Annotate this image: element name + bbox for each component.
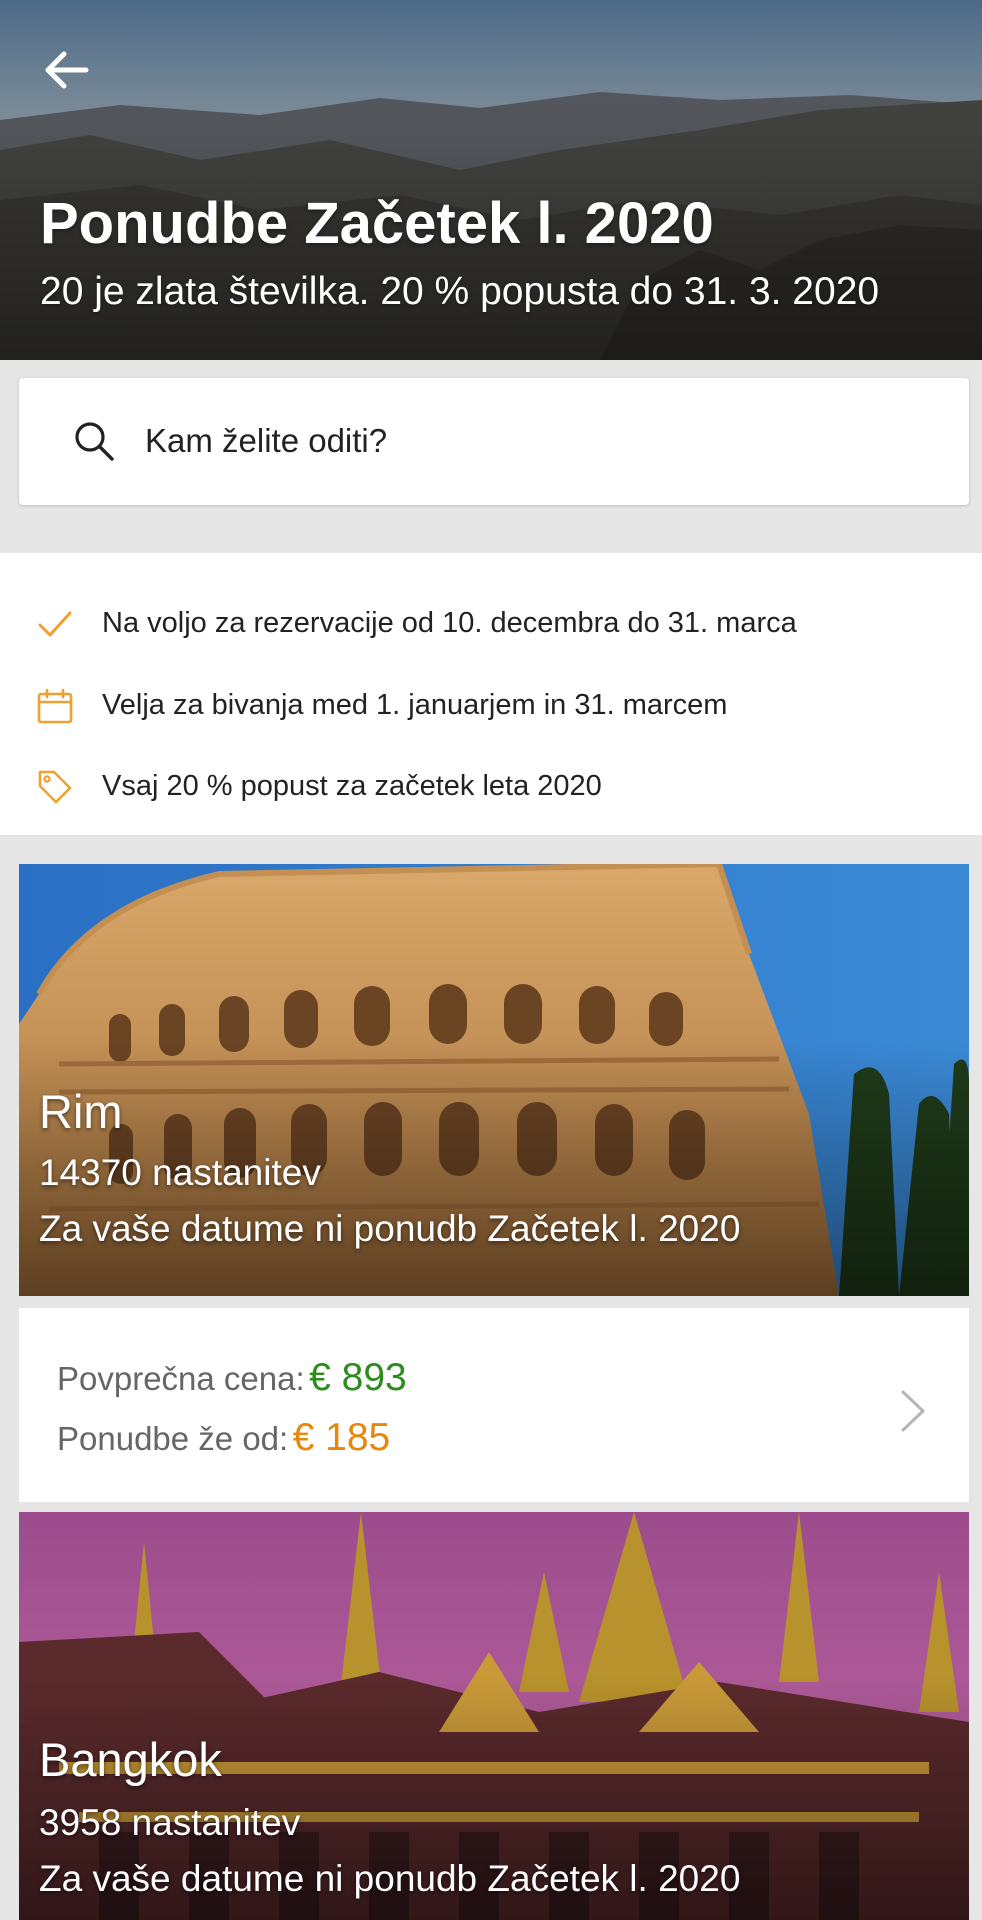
info-item-stay-dates: Velja za bivanja med 1. januarjem in 31.… bbox=[0, 677, 982, 737]
destination-card-rim[interactable]: Rim 14370 nastanitev Za vaše datume ni p… bbox=[19, 864, 969, 1296]
page-subtitle: 20 je zlata številka. 20 % popusta do 31… bbox=[40, 270, 880, 313]
checkmark-icon bbox=[38, 611, 72, 637]
destination-count: 3958 nastanitev bbox=[39, 1802, 301, 1843]
destination-name: Rim bbox=[39, 1085, 123, 1138]
average-price-value: € 893 bbox=[309, 1356, 407, 1399]
destination-card-bangkok[interactable]: Bangkok 3958 nastanitev Za vaše datume n… bbox=[19, 1512, 969, 1920]
back-button[interactable] bbox=[38, 40, 98, 100]
average-price-row: Povprečna cena: € 893 bbox=[57, 1356, 407, 1400]
price-summary-rim[interactable]: Povprečna cena: € 893 Ponudbe že od: € 1… bbox=[19, 1308, 969, 1502]
search-icon bbox=[75, 422, 114, 461]
info-item-booking: Na voljo za rezervacije od 10. decembra … bbox=[0, 595, 982, 655]
destination-count: 14370 nastanitev bbox=[39, 1152, 321, 1193]
info-item-label: Velja za bivanja med 1. januarjem in 31.… bbox=[102, 689, 728, 721]
page-title: Ponudbe Začetek l. 2020 bbox=[40, 191, 714, 256]
destination-name: Bangkok bbox=[39, 1733, 222, 1786]
tag-icon bbox=[38, 770, 72, 804]
calendar-icon bbox=[37, 688, 73, 724]
search-box[interactable]: Kam želite oditi? bbox=[19, 378, 969, 505]
arrow-left-icon bbox=[45, 51, 89, 89]
destination-note: Za vaše datume ni ponudb Začetek l. 2020 bbox=[39, 1858, 741, 1899]
info-item-label: Na voljo za rezervacije od 10. decembra … bbox=[102, 607, 797, 639]
info-item-label: Vsaj 20 % popust za začetek leta 2020 bbox=[102, 770, 602, 802]
destination-note: Za vaše datume ni ponudb Začetek l. 2020 bbox=[39, 1208, 741, 1249]
from-price-value: € 185 bbox=[292, 1416, 391, 1459]
from-price-row: Ponudbe že od: € 185 bbox=[57, 1416, 390, 1460]
info-item-discount: Vsaj 20 % popust za začetek leta 2020 bbox=[0, 758, 982, 818]
average-price-label: Povprečna cena: bbox=[57, 1360, 305, 1397]
offer-info-panel: Na voljo za rezervacije od 10. decembra … bbox=[0, 553, 982, 835]
from-price-label: Ponudbe že od: bbox=[57, 1420, 289, 1457]
hero-banner: Ponudbe Začetek l. 2020 20 je zlata štev… bbox=[0, 0, 982, 360]
search-input[interactable]: Kam želite oditi? bbox=[145, 422, 387, 460]
chevron-right-icon bbox=[901, 1390, 925, 1432]
